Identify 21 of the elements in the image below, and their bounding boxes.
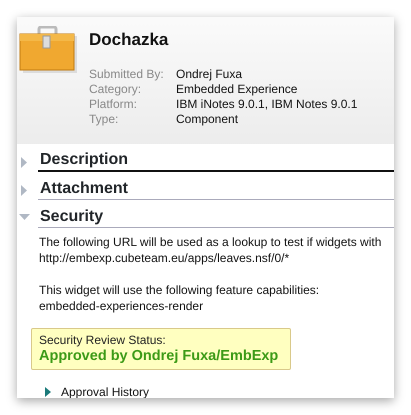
detail-label: Platform: bbox=[89, 97, 138, 112]
body-text: embedded-experiences-render bbox=[39, 298, 204, 314]
detail-value: Embedded Experience bbox=[176, 82, 298, 96]
section-header[interactable]: Attachment bbox=[38, 179, 394, 200]
widget-title: Dochazka bbox=[89, 29, 170, 51]
section-header[interactable]: Security bbox=[38, 207, 394, 228]
expand-arrow-icon[interactable] bbox=[45, 387, 51, 397]
section-header[interactable]: Description bbox=[38, 150, 394, 172]
body-text: http://embexp.cubeteam.eu/apps/leaves.nsf/0/* bbox=[39, 250, 290, 266]
review-status: Approved by Ondrej Fuxa/EmbExp bbox=[39, 347, 280, 365]
detail-value: IBM iNotes 9.0.1, IBM Notes 9.0.1 bbox=[176, 97, 358, 111]
detail-value: Ondrej Fuxa bbox=[176, 67, 242, 81]
body-text: The following URL will be used as a lookup to test if widgets with bbox=[39, 234, 382, 250]
detail-value: Component bbox=[176, 112, 238, 126]
collapse-arrow-icon[interactable] bbox=[19, 214, 30, 221]
detail-label: Category: bbox=[89, 82, 142, 97]
review-label: Security Review Status: bbox=[39, 333, 167, 347]
toolbox-icon bbox=[19, 26, 77, 73]
body-text: This widget will use the following feature capabilities: bbox=[39, 282, 320, 298]
detail-label: Submitted By: bbox=[89, 67, 165, 82]
detail-label: Type: bbox=[89, 112, 120, 127]
